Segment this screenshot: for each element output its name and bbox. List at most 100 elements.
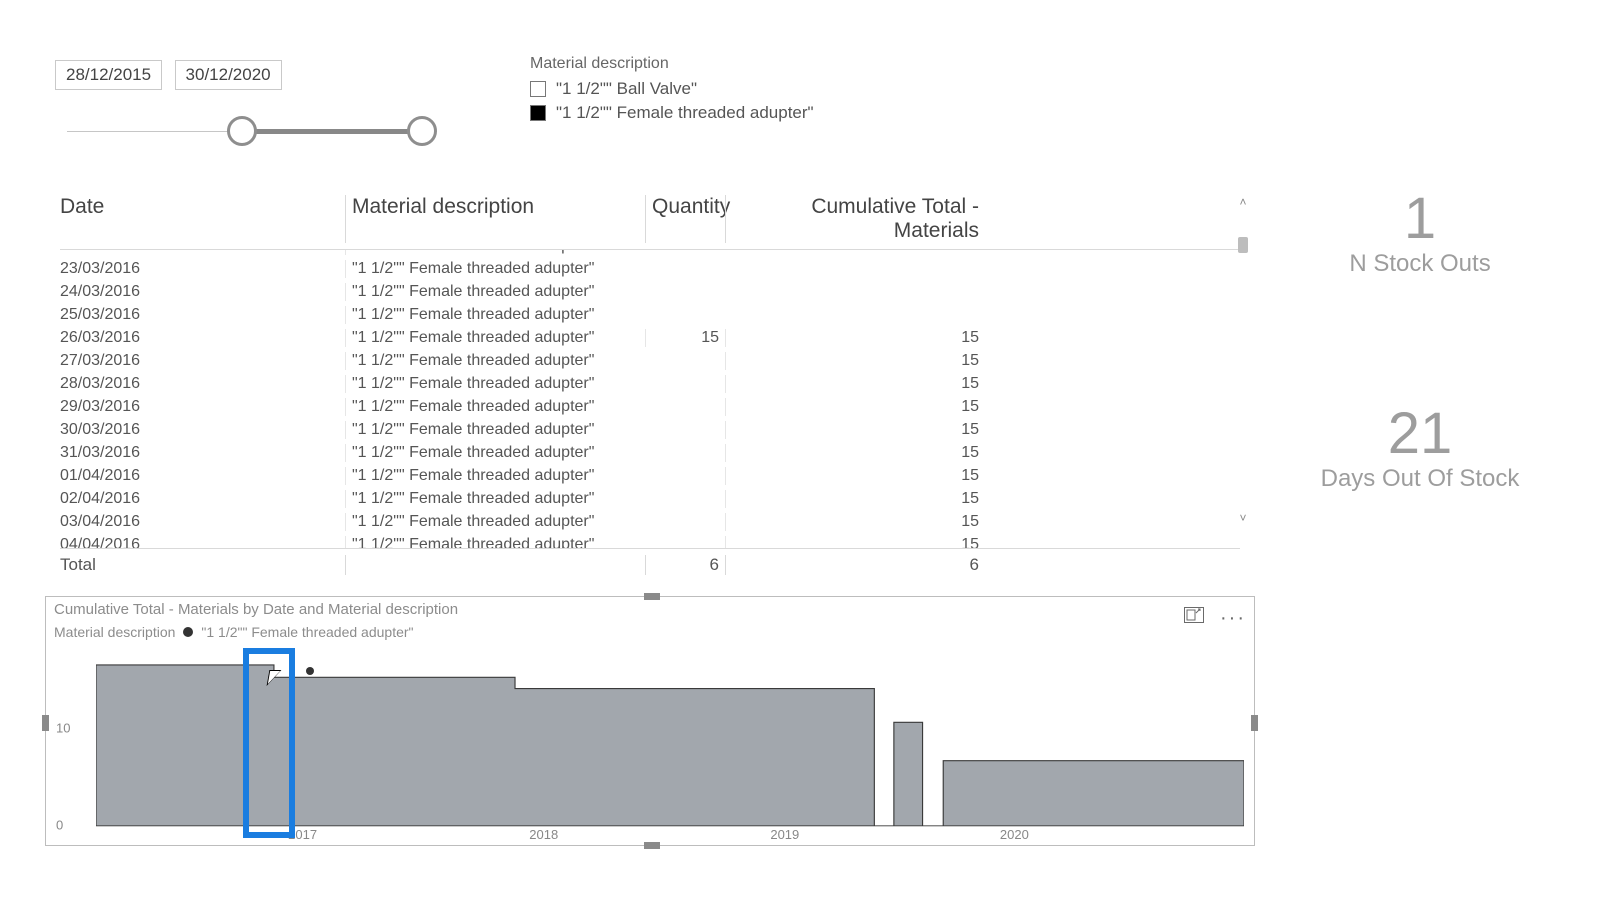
table-row[interactable]: 23/03/2016"1 1/2"" Female threaded adupt…: [60, 257, 1240, 280]
table-row[interactable]: 24/03/2016"1 1/2"" Female threaded adupt…: [60, 280, 1240, 303]
chart-legend[interactable]: Material description "1 1/2"" Female thr…: [46, 620, 1254, 644]
cell-date: 22/03/2016: [60, 249, 345, 255]
cell-cumulative: 15: [725, 375, 985, 393]
cell-material: "1 1/2"" Female threaded adupter": [345, 398, 645, 416]
kpi-days-out[interactable]: 21 Days Out Of Stock: [1290, 400, 1550, 493]
slider-handle-start[interactable]: [227, 116, 257, 146]
date-slider[interactable]: [67, 118, 437, 148]
resize-handle-right[interactable]: [1251, 715, 1258, 731]
chart-title: Cumulative Total - Materials by Date and…: [46, 597, 1254, 620]
table-row[interactable]: 30/03/2016"1 1/2"" Female threaded adupt…: [60, 418, 1240, 441]
cell-material: "1 1/2"" Female threaded adupter": [345, 260, 645, 278]
x-axis-tick-2018: 2018: [529, 827, 558, 842]
cell-date: 29/03/2016: [60, 398, 345, 416]
scroll-up-icon[interactable]: ˄: [1236, 195, 1250, 209]
legend-title: Material description: [54, 624, 175, 640]
checkbox-icon[interactable]: [530, 81, 546, 97]
slider-fill: [237, 129, 417, 134]
cell-cumulative: 15: [725, 352, 985, 370]
slicer-option-ball-valve[interactable]: "1 1/2"" Ball Valve": [530, 79, 814, 99]
kpi-label: Days Out Of Stock: [1290, 465, 1550, 493]
table-total-row: Total 6 6: [60, 549, 1240, 575]
plot-area[interactable]: 2017 2018 2019 2020: [96, 657, 1244, 827]
table-row[interactable]: 03/04/2016"1 1/2"" Female threaded adupt…: [60, 510, 1240, 533]
resize-handle-left[interactable]: [42, 715, 49, 731]
y-axis-tick-0: 0: [56, 818, 63, 833]
cell-cumulative: 15: [725, 444, 985, 462]
table-scrollbar[interactable]: ˄ ˅: [1236, 195, 1250, 525]
cell-material: "1 1/2"" Female threaded adupter": [345, 444, 645, 462]
slicer-option-female-adapter[interactable]: "1 1/2"" Female threaded adupter": [530, 103, 814, 123]
cell-material: "1 1/2"" Female threaded adupter": [345, 306, 645, 324]
table-row[interactable]: 28/03/2016"1 1/2"" Female threaded adupt…: [60, 372, 1240, 395]
cell-date: 30/03/2016: [60, 421, 345, 439]
cell-material: "1 1/2"" Female threaded adupter": [345, 421, 645, 439]
table-body[interactable]: 22/03/2016"1 1/2"" Female threaded adupt…: [60, 249, 1240, 549]
cell-cumulative: 15: [725, 398, 985, 416]
y-axis-tick-10: 10: [56, 721, 70, 736]
table-row[interactable]: 25/03/2016"1 1/2"" Female threaded adupt…: [60, 303, 1240, 326]
cell-date: 31/03/2016: [60, 444, 345, 462]
cell-date: 02/04/2016: [60, 490, 345, 508]
slider-handle-end[interactable]: [407, 116, 437, 146]
table-row[interactable]: 29/03/2016"1 1/2"" Female threaded adupt…: [60, 395, 1240, 418]
cell-quantity: 15: [645, 329, 725, 347]
table-row[interactable]: 04/04/2016"1 1/2"" Female threaded adupt…: [60, 533, 1240, 549]
cell-cumulative: 15: [725, 536, 985, 550]
table-row[interactable]: 31/03/2016"1 1/2"" Female threaded adupt…: [60, 441, 1240, 464]
cell-material: "1 1/2"" Female threaded adupter": [345, 467, 645, 485]
column-header-material[interactable]: Material description: [345, 195, 645, 243]
cell-material: "1 1/2"" Female threaded adupter": [345, 249, 645, 255]
cell-date: 24/03/2016: [60, 283, 345, 301]
legend-series-label: "1 1/2"" Female threaded adupter": [201, 624, 413, 640]
cell-cumulative: 15: [725, 513, 985, 531]
cell-material: "1 1/2"" Female threaded adupter": [345, 352, 645, 370]
date-end-input[interactable]: 30/12/2020: [175, 60, 282, 90]
visual-header-icons: ···: [1184, 607, 1246, 630]
table-row[interactable]: 22/03/2016"1 1/2"" Female threaded adupt…: [60, 249, 1240, 257]
table-row[interactable]: 26/03/2016"1 1/2"" Female threaded adupt…: [60, 326, 1240, 349]
resize-handle-top[interactable]: [644, 593, 660, 600]
more-options-icon[interactable]: ···: [1220, 607, 1246, 630]
cell-material: "1 1/2"" Female threaded adupter": [345, 536, 645, 550]
materials-table[interactable]: Date Material description Quantity Cumul…: [60, 195, 1240, 565]
cell-cumulative: 15: [725, 467, 985, 485]
slicer-option-label: "1 1/2"" Ball Valve": [556, 79, 697, 99]
chart-plot[interactable]: 10 0 2017 2018 2019 2020: [56, 657, 1244, 827]
table-row[interactable]: 01/04/2016"1 1/2"" Female threaded adupt…: [60, 464, 1240, 487]
cell-material: "1 1/2"" Female threaded adupter": [345, 375, 645, 393]
table-header-row: Date Material description Quantity Cumul…: [60, 195, 1240, 249]
kpi-value: 1: [1300, 185, 1540, 252]
cell-cumulative: 15: [725, 421, 985, 439]
column-header-date[interactable]: Date: [60, 195, 345, 243]
cell-material: "1 1/2"" Female threaded adupter": [345, 490, 645, 508]
cell-date: 01/04/2016: [60, 467, 345, 485]
material-slicer-title: Material description: [530, 55, 814, 73]
kpi-stock-outs[interactable]: 1 N Stock Outs: [1300, 185, 1540, 278]
total-label: Total: [60, 555, 345, 575]
area-series: [96, 657, 1244, 826]
resize-handle-bottom[interactable]: [644, 842, 660, 849]
checkbox-checked-icon[interactable]: [530, 105, 546, 121]
focus-mode-icon[interactable]: [1184, 607, 1204, 630]
cell-material: "1 1/2"" Female threaded adupter": [345, 513, 645, 531]
cumulative-chart-visual[interactable]: Cumulative Total - Materials by Date and…: [45, 596, 1255, 846]
x-axis-tick-2020: 2020: [1000, 827, 1029, 842]
cell-material: "1 1/2"" Female threaded adupter": [345, 329, 645, 347]
scroll-thumb[interactable]: [1238, 237, 1248, 253]
date-start-input[interactable]: 28/12/2015: [55, 60, 162, 90]
column-header-quantity[interactable]: Quantity: [645, 195, 725, 243]
table-row[interactable]: 02/04/2016"1 1/2"" Female threaded adupt…: [60, 487, 1240, 510]
cell-cumulative: 15: [725, 329, 985, 347]
total-cumulative: 6: [725, 555, 985, 575]
cell-cumulative: 15: [725, 490, 985, 508]
date-range-slicer[interactable]: 28/12/2015 30/12/2020: [55, 60, 455, 148]
cell-date: 25/03/2016: [60, 306, 345, 324]
column-header-cumulative[interactable]: Cumulative Total - Materials: [725, 195, 985, 243]
x-axis-tick-2019: 2019: [770, 827, 799, 842]
scroll-down-icon[interactable]: ˅: [1236, 511, 1250, 525]
kpi-label: N Stock Outs: [1300, 250, 1540, 278]
material-slicer[interactable]: Material description "1 1/2"" Ball Valve…: [530, 55, 814, 127]
table-row[interactable]: 27/03/2016"1 1/2"" Female threaded adupt…: [60, 349, 1240, 372]
cell-date: 28/03/2016: [60, 375, 345, 393]
